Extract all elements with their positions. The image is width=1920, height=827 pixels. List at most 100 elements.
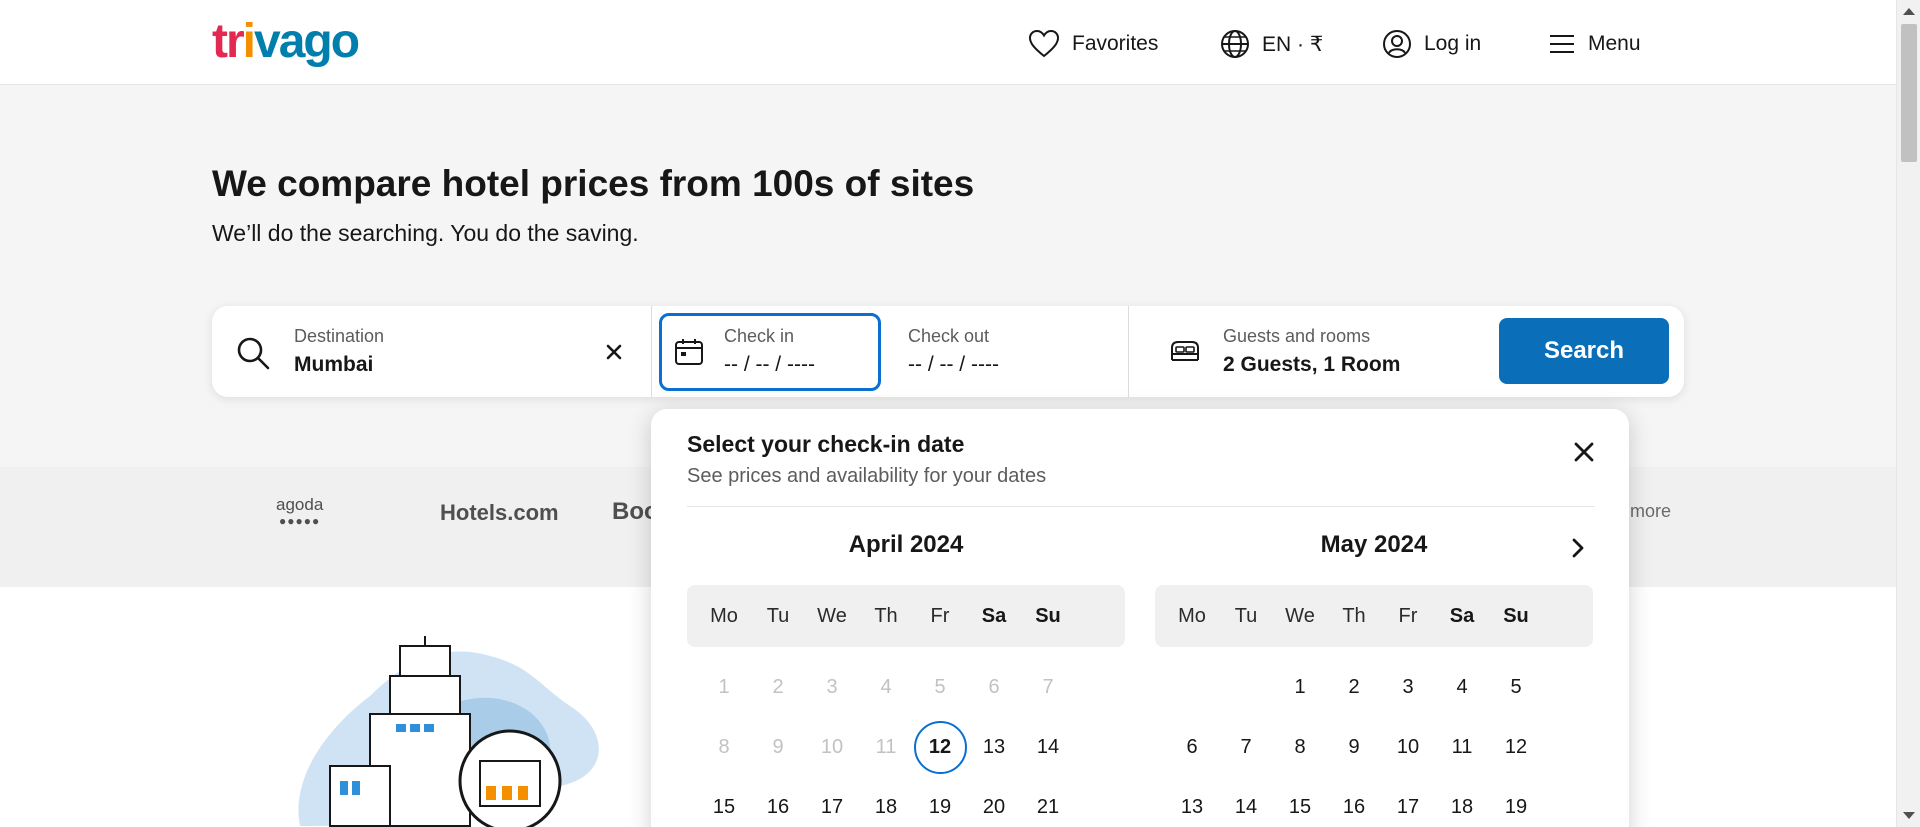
day-number: 7 <box>1240 735 1252 758</box>
day-cell[interactable]: 11 <box>1435 717 1489 777</box>
day-cell[interactable]: 1 <box>1273 657 1327 717</box>
day-number: 19 <box>1504 795 1528 818</box>
weekday-label: Sa <box>1449 604 1475 627</box>
day-number: 8 <box>718 735 730 758</box>
agoda-logo-dots: ●●●●● <box>279 514 321 528</box>
day-cell[interactable]: 12 <box>1489 717 1543 777</box>
menu-button[interactable]: Menu <box>1548 24 1641 64</box>
clear-destination-button[interactable] <box>599 337 629 367</box>
day-number: 14 <box>1234 795 1258 818</box>
search-button[interactable]: Search <box>1499 318 1669 384</box>
search-divider <box>651 306 652 397</box>
weekday-label: Mo <box>1178 604 1206 627</box>
day-number: 18 <box>1450 795 1474 818</box>
day-number: 10 <box>820 735 844 758</box>
weekday-label: Su <box>1035 604 1061 627</box>
day-cell[interactable]: 17 <box>1381 777 1435 827</box>
checkin-value: -- / -- / ---- <box>724 353 815 376</box>
day-number: 11 <box>1451 735 1473 758</box>
destination-field[interactable]: Destination Mumbai <box>212 306 651 397</box>
login-label: Log in <box>1424 32 1482 55</box>
search-divider <box>1128 306 1129 397</box>
weekday-label: We <box>817 604 847 627</box>
day-number: 6 <box>1186 735 1198 758</box>
day-number: 3 <box>826 675 838 698</box>
empty-day-cell <box>1165 657 1219 717</box>
day-cell[interactable]: 13 <box>1165 777 1219 827</box>
hotels-com-logo-text: Hotels.com <box>440 500 559 525</box>
day-cell-disabled: 2 <box>751 657 805 717</box>
day-number: 1 <box>1294 675 1306 698</box>
day-cell[interactable]: 14 <box>1219 777 1273 827</box>
scrollbar-thumb[interactable] <box>1901 24 1917 162</box>
day-cell[interactable]: 19 <box>913 777 967 827</box>
day-cell[interactable]: 9 <box>1327 717 1381 777</box>
date-picker-divider <box>687 506 1595 507</box>
checkout-field[interactable]: Check out -- / -- / ---- <box>908 326 999 377</box>
day-cell[interactable]: 3 <box>1381 657 1435 717</box>
checkin-date-picker: Select your check-in date See prices and… <box>651 409 1629 827</box>
day-cell[interactable]: 16 <box>751 777 805 827</box>
day-number: 9 <box>1348 735 1360 758</box>
day-cell[interactable]: 5 <box>1489 657 1543 717</box>
scroll-down-arrow-icon[interactable] <box>1903 812 1915 819</box>
date-picker-subtitle: See prices and availability for your dat… <box>687 465 1047 487</box>
day-cell[interactable]: 13 <box>967 717 1021 777</box>
day-cell-disabled: 11 <box>859 717 913 777</box>
day-cell[interactable]: 10 <box>1381 717 1435 777</box>
next-month-button[interactable] <box>1571 537 1585 564</box>
day-cell-disabled: 4 <box>859 657 913 717</box>
close-date-picker-button[interactable] <box>1569 437 1599 467</box>
day-cell[interactable]: 19 <box>1489 777 1543 827</box>
day-number: 21 <box>1036 795 1060 818</box>
heart-icon <box>1028 29 1060 58</box>
day-cell[interactable]: 16 <box>1327 777 1381 827</box>
month-may: May 2024 Mo Tu We Th Fr Sa Su 1234567891… <box>1155 531 1593 827</box>
day-cell[interactable]: 14 <box>1021 717 1075 777</box>
weekday-label: Fr <box>930 604 950 627</box>
day-cell[interactable]: 15 <box>697 777 751 827</box>
day-number: 17 <box>820 795 844 818</box>
trivago-logo[interactable]: trivago <box>212 14 360 70</box>
day-number: 15 <box>1288 795 1312 818</box>
more-partners-link[interactable]: more <box>1630 501 1671 522</box>
weekday-label: Sa <box>981 604 1007 627</box>
day-cell-disabled: 9 <box>751 717 805 777</box>
hotel-search-bar: Destination Mumbai Check in -- / -- / --… <box>212 306 1684 397</box>
day-cell[interactable]: 15 <box>1273 777 1327 827</box>
day-cell[interactable]: 8 <box>1273 717 1327 777</box>
day-cell[interactable]: 18 <box>1435 777 1489 827</box>
day-cell[interactable]: 17 <box>805 777 859 827</box>
page-subtitle: We’ll do the searching. You do the savin… <box>212 220 639 246</box>
page-title: We compare hotel prices from 100s of sit… <box>212 163 975 204</box>
day-cell-disabled: 5 <box>913 657 967 717</box>
weekday-label: Th <box>874 604 898 627</box>
top-header: trivago Favorites EN · ₹ Log in Menu <box>0 0 1896 85</box>
checkin-field[interactable]: Check in -- / -- / ---- <box>659 313 881 391</box>
day-cell[interactable]: 21 <box>1021 777 1075 827</box>
day-cell-today[interactable]: 12 <box>913 717 967 777</box>
day-cell[interactable]: 2 <box>1327 657 1381 717</box>
favorites-link[interactable]: Favorites <box>1028 24 1158 64</box>
guests-value: 2 Guests, 1 Room <box>1223 353 1401 376</box>
day-number: 7 <box>1042 675 1054 698</box>
day-cell[interactable]: 6 <box>1165 717 1219 777</box>
destination-input[interactable]: Mumbai <box>294 353 384 377</box>
day-number: 2 <box>1348 675 1360 698</box>
day-cell[interactable]: 18 <box>859 777 913 827</box>
calendar-icon <box>675 339 703 365</box>
page-scrollbar[interactable] <box>1896 0 1920 827</box>
day-cell-disabled: 7 <box>1021 657 1075 717</box>
hotels-com-logo: Hotels.com <box>440 500 559 526</box>
day-cell[interactable]: 7 <box>1219 717 1273 777</box>
bed-icon <box>1171 341 1199 361</box>
scroll-up-arrow-icon[interactable] <box>1903 8 1915 15</box>
day-cell[interactable]: 20 <box>967 777 1021 827</box>
agoda-logo-text: agoda <box>276 495 324 514</box>
guests-rooms-field[interactable]: Guests and rooms 2 Guests, 1 Room <box>1147 306 1497 397</box>
language-currency-selector[interactable]: EN · ₹ <box>1220 24 1323 64</box>
weekday-label: Su <box>1503 604 1529 627</box>
login-link[interactable]: Log in <box>1382 24 1481 64</box>
day-cell[interactable]: 4 <box>1435 657 1489 717</box>
month-title: April 2024 <box>848 531 964 558</box>
